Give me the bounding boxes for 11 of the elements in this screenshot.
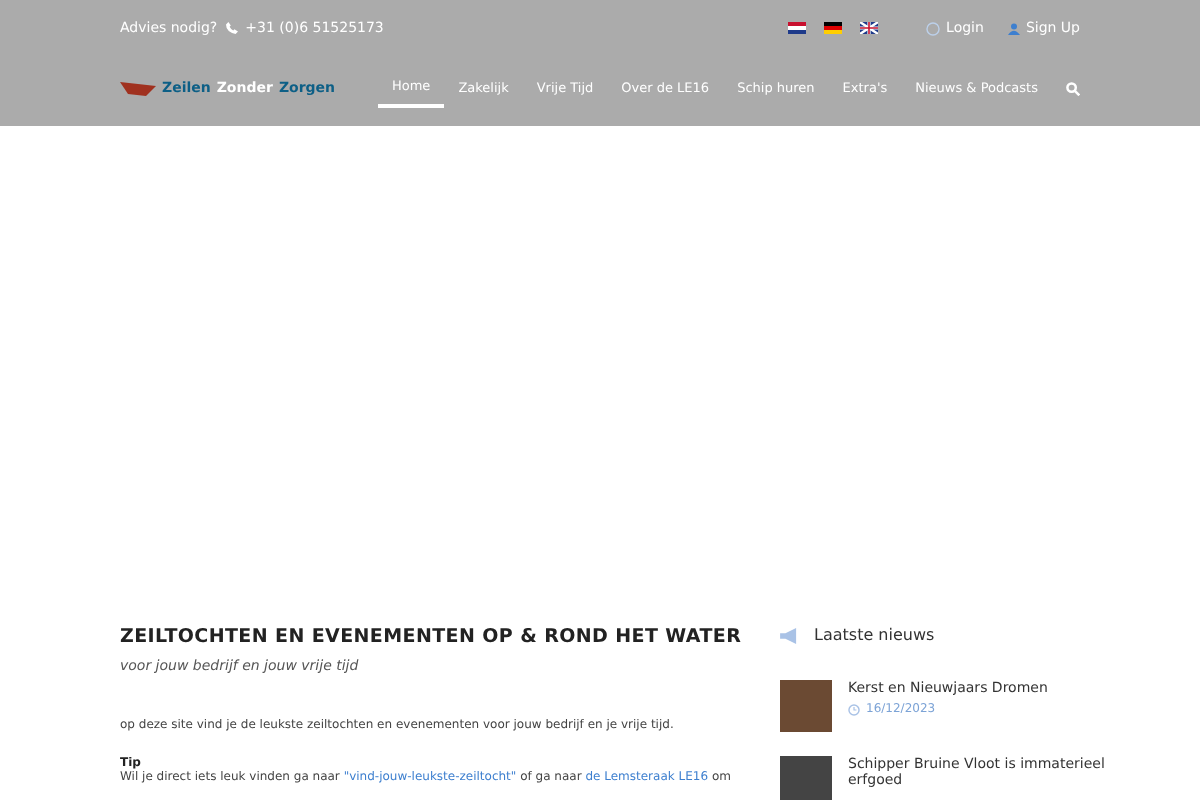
clock-icon bbox=[848, 703, 860, 716]
dutch-flag-icon[interactable] bbox=[788, 22, 807, 34]
news-heading: Laatste nieuws bbox=[814, 626, 935, 644]
megaphone-icon bbox=[780, 627, 798, 643]
search-icon[interactable] bbox=[1066, 81, 1080, 95]
user-icon bbox=[1007, 21, 1020, 35]
boat-icon[interactable] bbox=[120, 80, 156, 96]
uk-flag-icon[interactable] bbox=[860, 22, 879, 34]
phone-icon bbox=[225, 22, 238, 34]
german-flag-icon[interactable] bbox=[824, 22, 843, 34]
page-heading: ZEILTOCHTEN EN EVENEMENTEN OP & ROND HET WATER bbox=[120, 626, 736, 648]
